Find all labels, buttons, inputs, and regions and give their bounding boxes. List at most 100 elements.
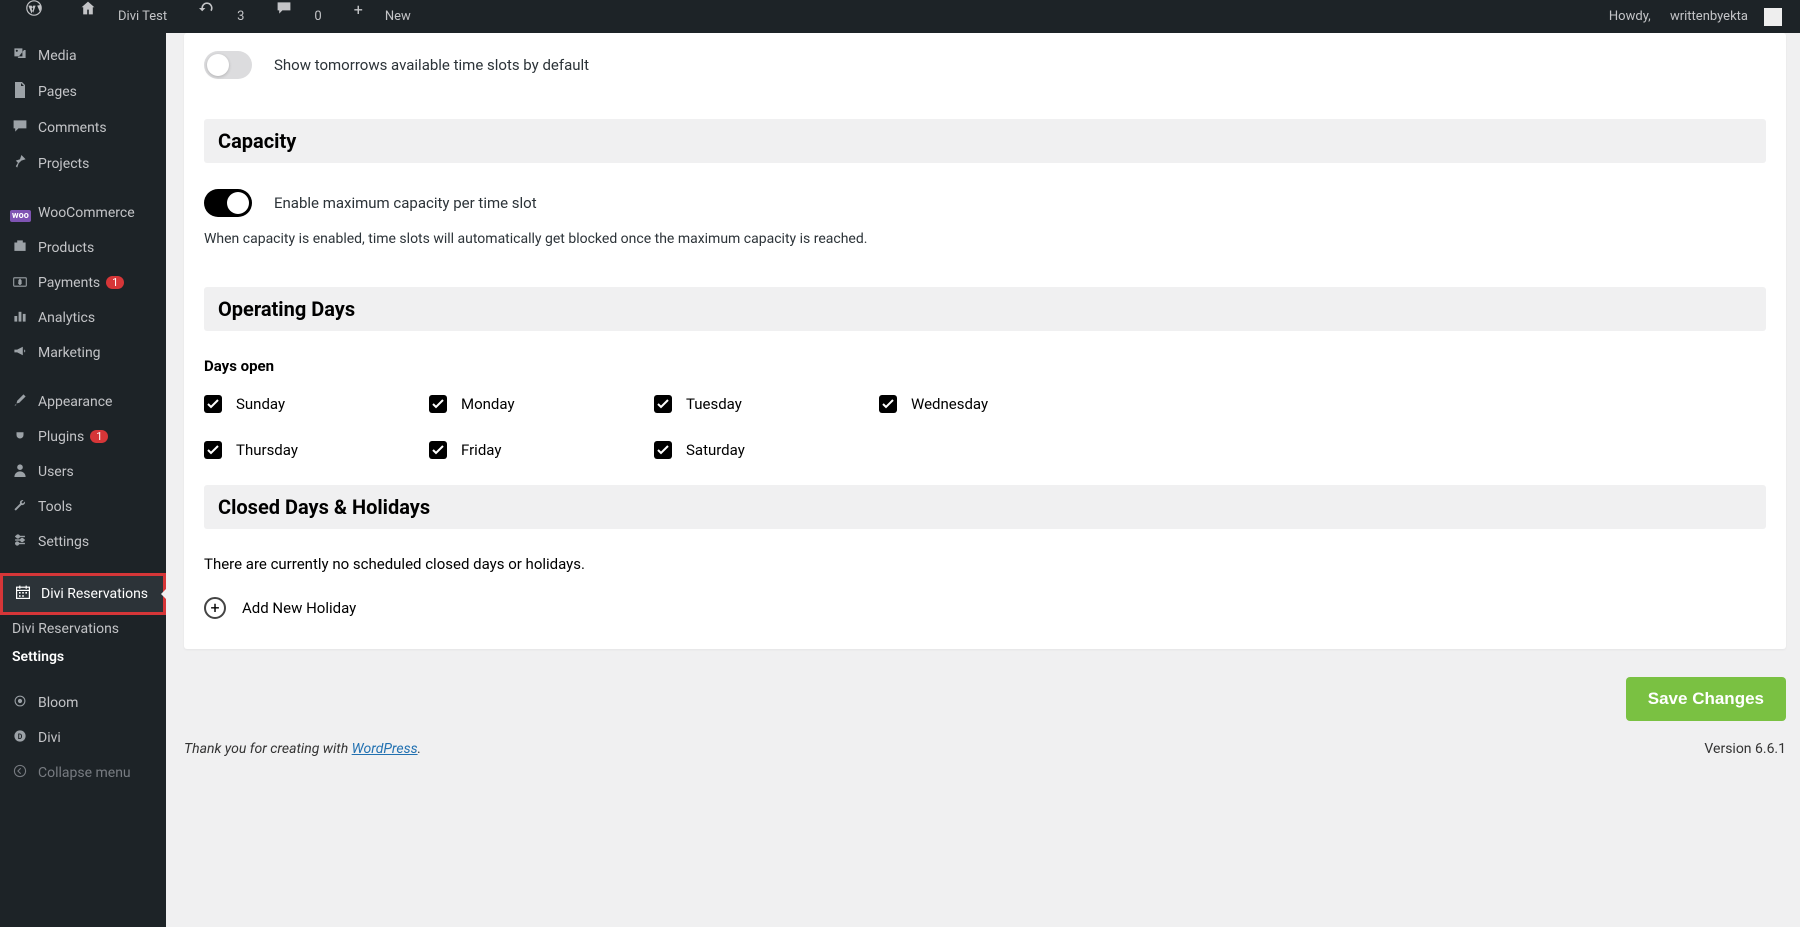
site-name: Divi Test (110, 0, 175, 33)
sidebar-item-label: Plugins (38, 429, 84, 445)
sidebar-item-label: Settings (38, 534, 89, 550)
checkbox-saturday[interactable]: Saturday (654, 441, 879, 459)
sidebar-item-products[interactable]: Products (0, 230, 166, 265)
sidebar-item-users[interactable]: Users (0, 454, 166, 489)
sliders-icon (10, 532, 30, 551)
capacity-hint: When capacity is enabled, time slots wil… (204, 231, 1766, 247)
sidebar-collapse[interactable]: Collapse menu (0, 755, 166, 790)
sidebar-item-marketing[interactable]: Marketing (0, 335, 166, 370)
section-heading-closed-days: Closed Days & Holidays (204, 485, 1766, 529)
howdy-prefix: Howdy, (1601, 0, 1659, 33)
howdy-link[interactable]: Howdy, writtenbyekta (1593, 0, 1790, 33)
sidebar-item-label: Pages (38, 84, 77, 100)
checkmark-icon (654, 441, 672, 459)
products-icon (10, 238, 30, 257)
wordpress-icon (18, 0, 50, 33)
home-icon (72, 0, 104, 33)
sidebar-item-settings[interactable]: Settings (0, 524, 166, 559)
sidebar-item-plugins[interactable]: Plugins 1 (0, 419, 166, 454)
checkbox-wednesday[interactable]: Wednesday (879, 395, 1104, 413)
sidebar-item-label: Payments (38, 275, 100, 291)
toggle-enable-capacity[interactable] (204, 189, 252, 217)
sidebar-item-woocommerce[interactable]: woo WooCommerce (0, 195, 166, 230)
checkmark-icon (204, 441, 222, 459)
pages-icon (10, 82, 30, 102)
checkbox-sunday[interactable]: Sunday (204, 395, 429, 413)
footer-thank-you: Thank you for creating with WordPress. (184, 741, 421, 757)
pin-icon (10, 154, 30, 173)
checkbox-friday[interactable]: Friday (429, 441, 654, 459)
toggle-show-tomorrow[interactable] (204, 51, 252, 79)
sidebar-item-projects[interactable]: Projects (0, 146, 166, 181)
comments-link[interactable]: 0 (260, 0, 337, 33)
checkmark-icon (654, 395, 672, 413)
toggle-show-tomorrow-label: Show tomorrows available time slots by d… (274, 56, 589, 74)
sidebar-item-label: Appearance (38, 394, 112, 410)
sidebar-item-label: Projects (38, 156, 89, 172)
brush-icon (10, 392, 30, 411)
sidebar-item-label: Media (38, 48, 77, 64)
add-holiday-button[interactable]: + Add New Holiday (204, 597, 1766, 619)
sidebar-item-bloom[interactable]: Bloom (0, 685, 166, 720)
save-changes-button[interactable]: Save Changes (1626, 677, 1786, 721)
day-label: Wednesday (911, 395, 988, 413)
megaphone-icon (10, 343, 30, 362)
day-label: Monday (461, 395, 515, 413)
sidebar-item-divi[interactable]: D Divi (0, 720, 166, 755)
sidebar-item-label: Users (38, 464, 74, 480)
checkmark-icon (204, 395, 222, 413)
closed-days-empty-text: There are currently no scheduled closed … (204, 555, 1766, 573)
sidebar-item-label: Bloom (38, 695, 78, 711)
sidebar-item-analytics[interactable]: Analytics (0, 300, 166, 335)
day-label: Sunday (236, 395, 285, 413)
add-holiday-label: Add New Holiday (242, 599, 356, 617)
sidebar-item-label: Collapse menu (38, 765, 131, 781)
media-icon (10, 46, 30, 66)
sidebar-item-label: Analytics (38, 310, 95, 326)
sidebar-item-label: Divi Reservations (41, 586, 148, 602)
sidebar-item-label: Products (38, 240, 94, 256)
new-link[interactable]: + New (338, 0, 427, 33)
sidebar-item-comments[interactable]: Comments (0, 110, 166, 146)
wp-logo[interactable] (10, 0, 64, 33)
site-link[interactable]: Divi Test (64, 0, 183, 33)
plus-circle-icon: + (204, 597, 226, 619)
section-heading-operating-days: Operating Days (204, 287, 1766, 331)
sidebar-item-tools[interactable]: Tools (0, 489, 166, 524)
sidebar-item-media[interactable]: Media (0, 38, 166, 74)
sidebar-item-divi-reservations[interactable]: Divi Reservations (0, 573, 166, 615)
day-label: Thursday (236, 441, 298, 459)
submenu-divi-reservations[interactable]: Divi Reservations (0, 615, 166, 643)
howdy-user: writtenbyekta (1662, 0, 1756, 33)
sidebar-item-label: Tools (38, 499, 72, 515)
sidebar-item-label: Marketing (38, 345, 101, 361)
updates-link[interactable]: 3 (183, 0, 260, 33)
badge: 1 (106, 276, 124, 289)
checkbox-monday[interactable]: Monday (429, 395, 654, 413)
bloom-icon (10, 693, 30, 712)
comment-icon (10, 118, 30, 138)
submenu-settings[interactable]: Settings (0, 643, 166, 671)
checkmark-icon (879, 395, 897, 413)
checkbox-tuesday[interactable]: Tuesday (654, 395, 879, 413)
sidebar-item-label: WooCommerce (38, 205, 135, 221)
wordpress-link[interactable]: WordPress (352, 741, 418, 757)
section-heading-capacity: Capacity (204, 119, 1766, 163)
woo-icon: woo (10, 203, 30, 222)
sidebar-item-appearance[interactable]: Appearance (0, 384, 166, 419)
svg-text:D: D (18, 733, 23, 741)
sidebar-item-payments[interactable]: $ Payments 1 (0, 265, 166, 300)
checkmark-icon (429, 395, 447, 413)
badge: 1 (90, 430, 108, 443)
updates-count: 3 (229, 0, 252, 33)
checkbox-thursday[interactable]: Thursday (204, 441, 429, 459)
collapse-icon (10, 763, 30, 782)
analytics-icon (10, 308, 30, 327)
checkmark-icon (429, 441, 447, 459)
sidebar-item-label: Comments (38, 120, 107, 136)
days-open-label: Days open (204, 357, 1766, 375)
sidebar-item-pages[interactable]: Pages (0, 74, 166, 110)
calendar-icon (13, 584, 33, 604)
new-label: New (377, 0, 419, 33)
day-label: Tuesday (686, 395, 742, 413)
